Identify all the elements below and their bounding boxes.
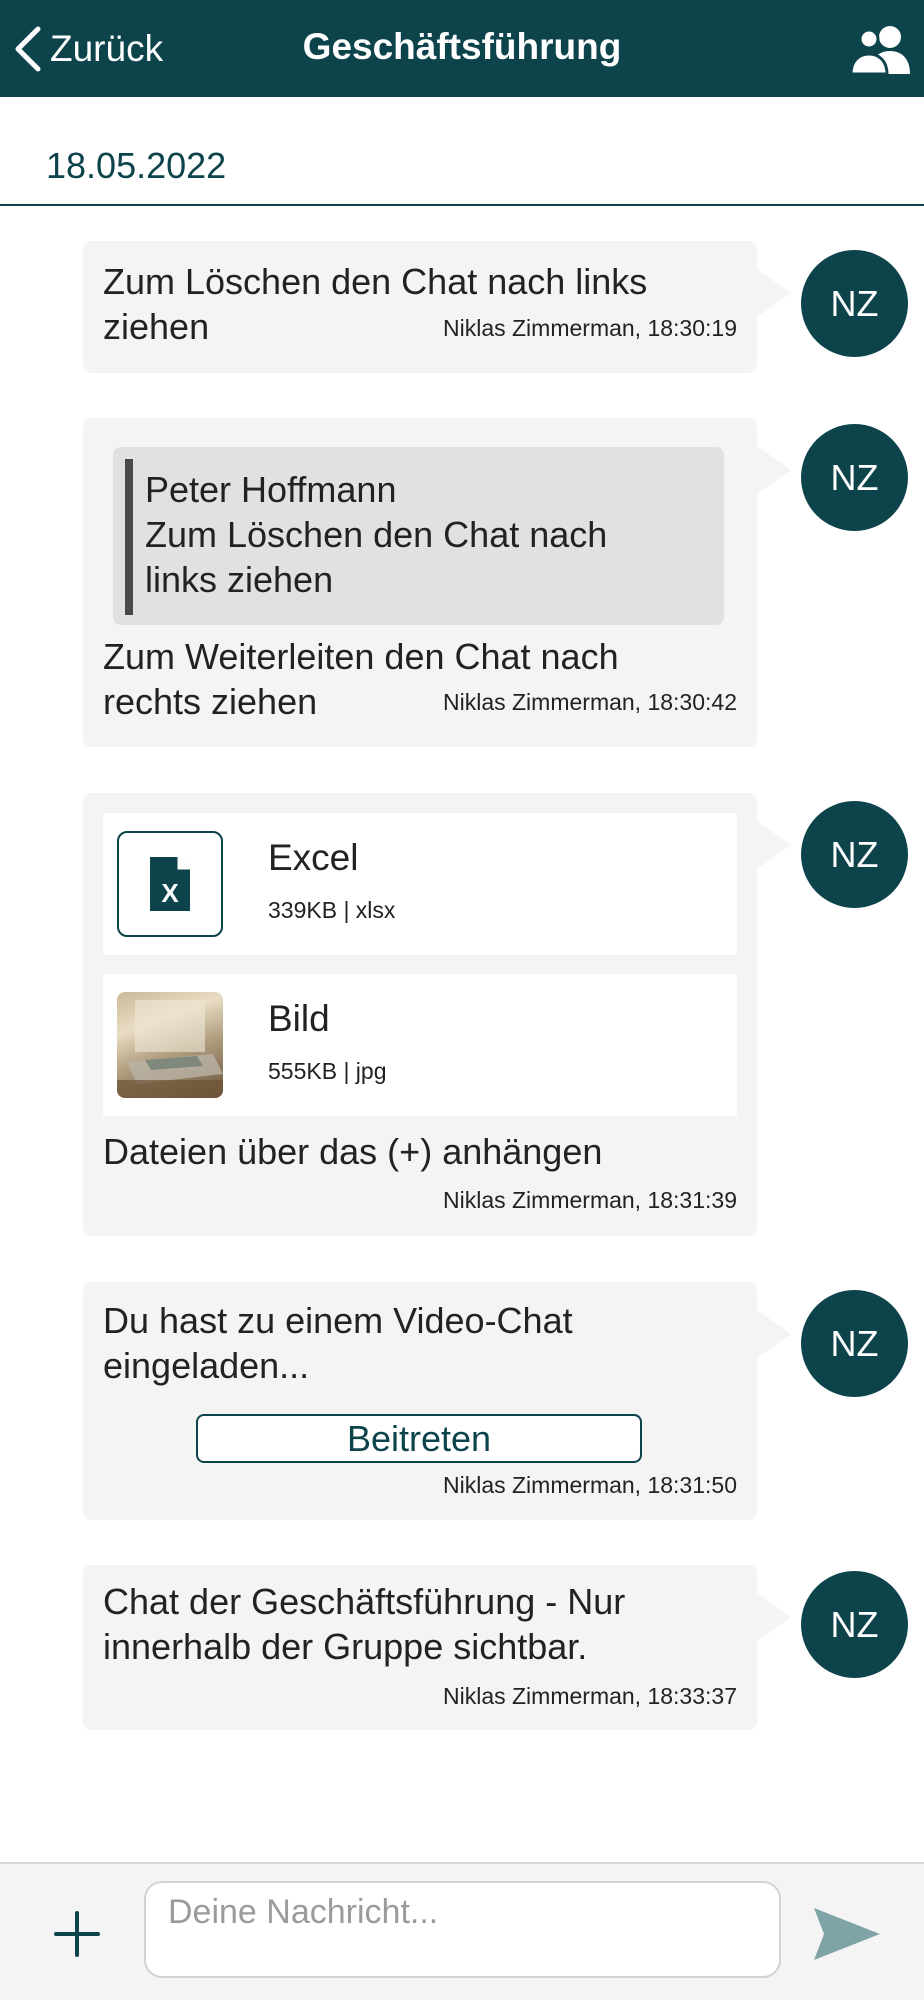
chat-message[interactable]: Chat der Geschäftsführung - Nur innerhal… — [0, 1565, 924, 1730]
svg-text:X: X — [161, 878, 179, 908]
avatar[interactable]: NZ — [801, 424, 908, 531]
chat-message[interactable]: Zum Löschen den Chat nach links ziehen N… — [0, 241, 924, 373]
file-attachment-image[interactable]: Bild 555KB | jpg — [103, 974, 737, 1116]
image-thumbnail — [117, 992, 223, 1098]
quote-text: Peter Hoffmann Zum Löschen den Chat nach… — [145, 467, 607, 602]
message-text-line: Du hast zu einem Video-Chat — [103, 1300, 573, 1341]
message-text-line: eingeladen... — [103, 1345, 310, 1386]
avatar[interactable]: NZ — [801, 1290, 908, 1397]
message-composer — [0, 1862, 924, 2000]
message-bubble[interactable]: Zum Löschen den Chat nach links ziehen N… — [83, 241, 791, 373]
message-text-line: Zum Löschen den Chat nach links — [103, 261, 648, 302]
message-bubble[interactable]: Du hast zu einem Video-Chat eingeladen..… — [83, 1282, 791, 1520]
file-name: Bild — [268, 998, 330, 1039]
excel-file-icon: X — [117, 831, 223, 937]
send-icon[interactable] — [812, 1904, 882, 1964]
message-meta: Niklas Zimmerman, 18:30:19 — [443, 315, 737, 341]
avatar[interactable]: NZ — [801, 1571, 908, 1678]
chat-message[interactable]: Peter Hoffmann Zum Löschen den Chat nach… — [0, 418, 924, 747]
message-meta: Niklas Zimmerman, 18:33:37 — [443, 1683, 737, 1709]
quote-author: Peter Hoffmann — [145, 469, 397, 510]
message-meta: Niklas Zimmerman, 18:31:39 — [443, 1187, 737, 1213]
message-meta: Niklas Zimmerman, 18:30:42 — [443, 689, 737, 715]
users-icon[interactable] — [850, 24, 912, 74]
quote-line: Zum Löschen den Chat nach — [145, 514, 608, 555]
quote-bar — [125, 459, 133, 615]
chat-message[interactable]: X Excel 339KB | xlsx Bild 555KB | jpg Da… — [0, 793, 924, 1236]
message-text: Chat der Geschäftsführung - Nur innerhal… — [103, 1579, 625, 1669]
message-bubble[interactable]: Chat der Geschäftsführung - Nur innerhal… — [83, 1565, 791, 1730]
message-text: Dateien über das (+) anhängen — [103, 1131, 603, 1172]
message-input[interactable] — [144, 1881, 781, 1978]
plus-icon[interactable] — [52, 1909, 102, 1959]
avatar[interactable]: NZ — [801, 801, 908, 908]
message-text-line: Chat der Geschäftsführung - Nur — [103, 1581, 626, 1622]
message-text-line: innerhalb der Gruppe sichtbar. — [103, 1626, 588, 1667]
message-text: Du hast zu einem Video-Chat eingeladen..… — [103, 1298, 573, 1388]
join-video-chat-button[interactable]: Beitreten — [196, 1414, 642, 1463]
message-meta: Niklas Zimmerman, 18:31:50 — [443, 1472, 737, 1498]
app-header: Zurück Geschäftsführung — [0, 0, 924, 97]
file-meta: 339KB | xlsx — [268, 897, 396, 923]
message-bubble[interactable]: Peter Hoffmann Zum Löschen den Chat nach… — [83, 418, 791, 747]
chat-message[interactable]: Du hast zu einem Video-Chat eingeladen..… — [0, 1282, 924, 1520]
page-title: Geschäftsführung — [302, 26, 622, 67]
avatar[interactable]: NZ — [801, 250, 908, 357]
date-label: 18.05.2022 — [46, 145, 227, 186]
file-meta: 555KB | jpg — [268, 1058, 387, 1084]
file-attachment-excel[interactable]: X Excel 339KB | xlsx — [103, 813, 737, 955]
file-name: Excel — [268, 837, 359, 878]
message-bubble[interactable]: X Excel 339KB | xlsx Bild 555KB | jpg Da… — [83, 793, 791, 1236]
date-separator: 18.05.2022 — [0, 97, 924, 206]
message-text-line: Zum Weiterleiten den Chat nach — [103, 636, 619, 677]
quote-line: links ziehen — [145, 559, 334, 600]
quoted-message[interactable]: Peter Hoffmann Zum Löschen den Chat nach… — [113, 447, 724, 625]
